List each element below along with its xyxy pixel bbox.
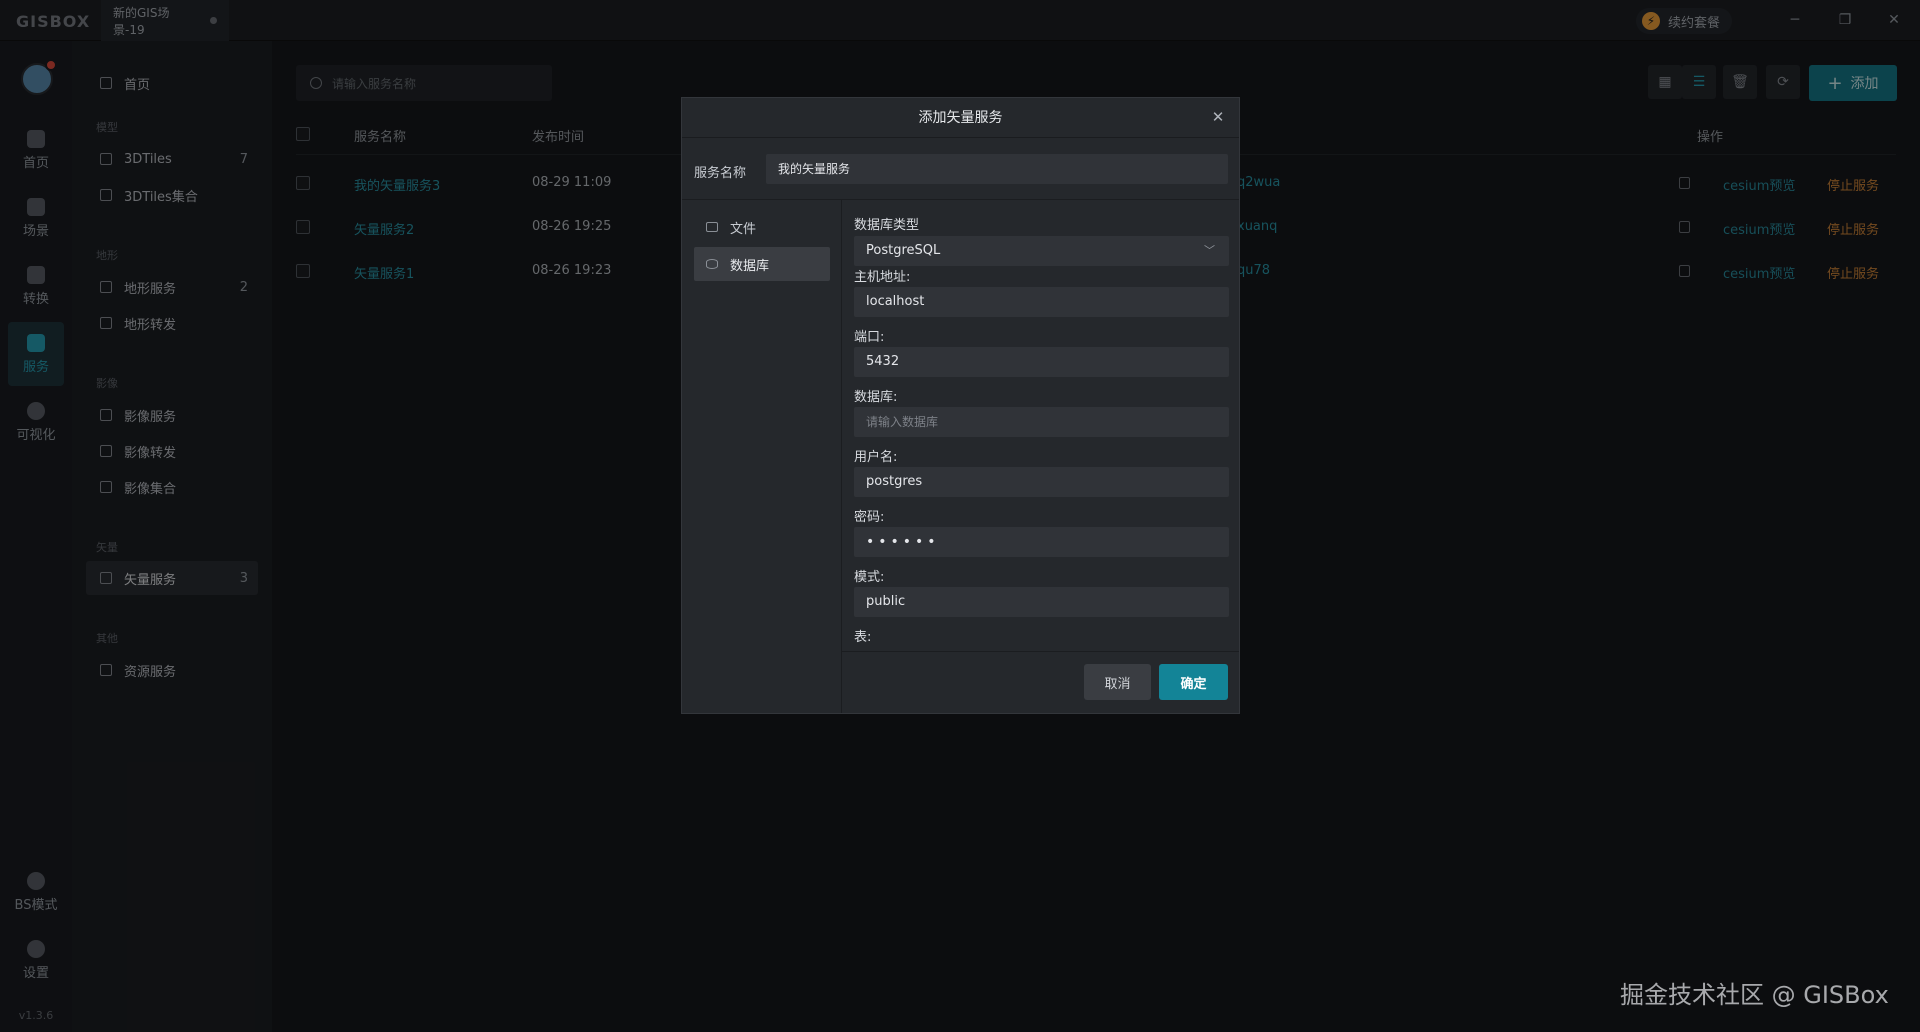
username-input[interactable]: postgres xyxy=(854,467,1229,497)
db-type-label: 数据库类型 xyxy=(854,218,920,233)
source-label: 数据库 xyxy=(730,258,770,274)
database-form: 数据库类型 PostgreSQL ﹀ 主机地址: localhost 端口: 5… xyxy=(854,200,1229,650)
host-label: 主机地址: xyxy=(854,270,911,285)
source-database[interactable]: 数据库 xyxy=(694,247,830,281)
host-input[interactable]: localhost xyxy=(854,287,1229,317)
service-name-input[interactable]: 我的矢量服务 xyxy=(766,154,1228,184)
add-vector-service-dialog: 添加矢量服务 ✕ 服务名称 我的矢量服务 文件 数据库 数据库类型 Postgr… xyxy=(681,97,1240,714)
table-label: 表: xyxy=(854,630,872,645)
password-label: 密码: xyxy=(854,510,885,525)
password-input[interactable]: •••••• xyxy=(854,527,1229,557)
source-type-list: 文件 数据库 xyxy=(682,200,842,713)
source-file[interactable]: 文件 xyxy=(694,210,830,244)
cancel-button[interactable]: 取消 xyxy=(1084,664,1151,700)
database-label: 数据库: xyxy=(854,390,898,405)
schema-input[interactable]: public xyxy=(854,587,1229,617)
confirm-button[interactable]: 确定 xyxy=(1159,664,1228,700)
close-icon: ✕ xyxy=(1211,108,1225,126)
database-input[interactable]: 请输入数据库 xyxy=(854,407,1229,437)
database-icon xyxy=(706,259,718,269)
divider xyxy=(842,651,1239,652)
db-type-select[interactable]: PostgreSQL ﹀ xyxy=(854,236,1229,266)
source-label: 文件 xyxy=(730,221,757,237)
watermark: 掘金技术社区 @ GISBox xyxy=(1620,981,1889,1009)
folder-icon xyxy=(706,222,718,232)
username-label: 用户名: xyxy=(854,450,898,465)
dialog-close-button[interactable]: ✕ xyxy=(1209,108,1227,126)
port-label: 端口: xyxy=(854,330,885,345)
db-type-value: PostgreSQL xyxy=(866,243,941,258)
port-input[interactable]: 5432 xyxy=(854,347,1229,377)
dialog-title: 添加矢量服务 xyxy=(682,98,1239,138)
service-name-label: 服务名称 xyxy=(694,166,747,181)
schema-label: 模式: xyxy=(854,570,885,585)
chevron-down-icon: ﹀ xyxy=(1204,244,1215,257)
